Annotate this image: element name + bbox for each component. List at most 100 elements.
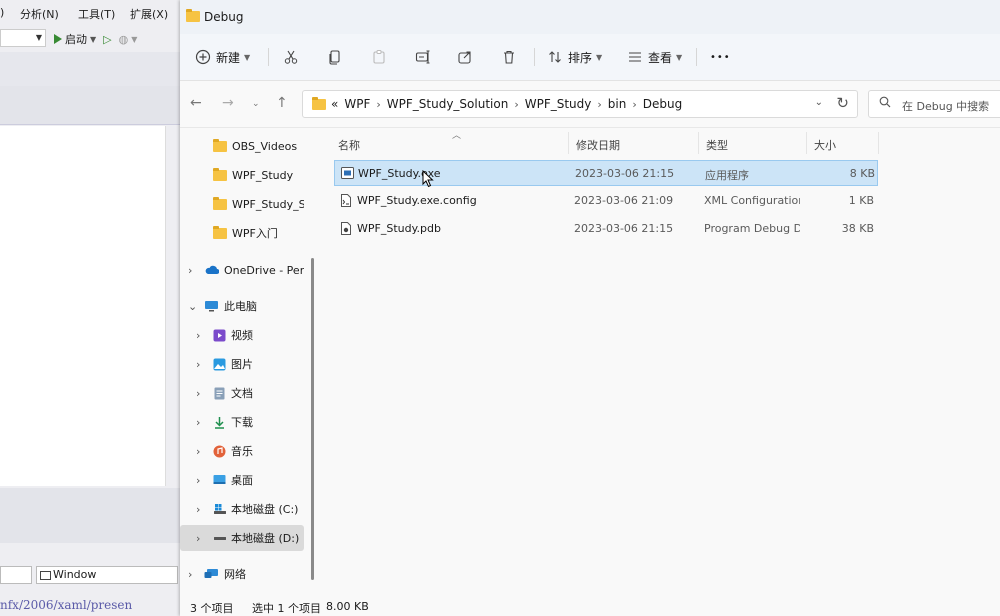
file-row[interactable]: WPF_Study.pdb 2023-03-06 21:15 Program D… [334,216,878,242]
folder-icon [213,197,227,210]
download-icon [213,416,227,429]
column-type[interactable]: 类型 [706,137,728,153]
new-button[interactable]: 新建 ▼ [194,46,250,68]
nav-drive-d[interactable]: › 本地磁盘 (D:) [180,525,304,551]
column-divider[interactable] [698,132,699,154]
file-row[interactable]: WPF_Study.exe.config 2023-03-06 21:09 XM… [334,188,878,214]
up-arrow-icon[interactable]: ↑ [276,95,288,111]
chevron-down-icon[interactable]: ⌄ [188,300,197,313]
file-row[interactable]: WPF_Study.exe 2023-03-06 21:15 应用程序 8 KB [334,160,878,186]
forward-arrow-icon[interactable]: → [222,95,234,111]
vs-editor[interactable] [0,126,166,486]
back-arrow-icon[interactable]: ← [190,95,202,111]
chevron-right-icon[interactable]: › [188,264,192,277]
nav-folder-wpf-intro[interactable]: WPF入门 [180,220,304,246]
chevron-down-icon: ▼ [35,33,42,42]
hot-reload-icon[interactable]: ◍ [119,33,129,46]
nav-folder-obs-videos[interactable]: OBS_Videos [180,133,304,159]
cut-button[interactable] [282,46,300,68]
nav-folder-label: WPF_Study [232,168,294,182]
vs-menu-item-partial[interactable]: ) [0,6,4,19]
breadcrumb-item[interactable]: WPF_Study [525,97,592,111]
file-size: 8 KB [849,167,875,180]
nav-item-label: 桌面 [231,474,253,487]
column-divider[interactable] [878,132,879,154]
breadcrumb-item[interactable]: Debug [643,97,682,111]
vs-menu-extensions[interactable]: 扩展(X) [130,6,168,22]
chevron-right-icon[interactable]: › [514,98,518,111]
vs-start-button[interactable]: 启动 ▼ ▷ ◍ ▼ [54,31,137,47]
chevron-right-icon[interactable]: › [188,568,192,581]
chevron-right-icon[interactable]: › [196,416,200,429]
chevron-right-icon[interactable]: › [196,358,200,371]
chevron-right-icon[interactable]: › [597,98,601,111]
more-options-button[interactable]: ••• [710,46,731,68]
vs-menu-bar: ) 分析(N) 工具(T) 扩展(X) [0,0,180,26]
column-date[interactable]: 修改日期 [576,137,620,153]
breadcrumb-item[interactable]: bin [608,97,627,111]
nav-folder-wpf-study-solution[interactable]: WPF_Study_Solution [180,191,304,217]
nav-desktop[interactable]: › 桌面 [180,467,304,493]
chevron-right-icon[interactable]: › [376,98,380,111]
chevron-right-icon[interactable]: › [196,474,200,487]
file-size: 1 KB [848,194,874,207]
chevron-right-icon[interactable]: › [196,387,200,400]
column-name[interactable]: 名称 [338,137,360,153]
breadcrumb-item[interactable]: WPF_Study_Solution [387,97,509,111]
copy-button[interactable] [326,46,344,68]
nav-scrollbar[interactable] [311,258,314,580]
nav-downloads[interactable]: › 下载 [180,409,304,435]
selection-count: 选中 1 个项目 [252,602,321,615]
divider [696,48,697,66]
chevron-right-icon[interactable]: › [196,532,200,545]
file-explorer-window: Debug 新建 ▼ 排序 ▼ 查看 ▼ ••• ← → ⌄ ↑ « WPF ›… [180,0,1000,616]
add-circle-icon [194,48,212,66]
column-size[interactable]: 大小 [814,137,836,153]
file-type: XML Configuration File [704,194,800,207]
vs-menu-analyze[interactable]: 分析(N) [20,6,59,22]
chevron-right-icon[interactable]: › [196,503,200,516]
title-bar[interactable]: Debug [180,0,1000,34]
view-button[interactable]: 查看 ▼ [626,46,682,68]
music-icon [213,445,227,458]
nav-network[interactable]: › 网络 [180,561,304,587]
vs-selector-combo[interactable] [0,566,32,584]
breadcrumb-item[interactable]: WPF [344,97,370,111]
nav-folder-wpf-study[interactable]: WPF_Study [180,162,304,188]
nav-music[interactable]: › 音乐 [180,438,304,464]
cloud-icon [204,265,220,277]
nav-onedrive[interactable]: › OneDrive - Personal [180,257,304,283]
nav-this-pc[interactable]: ⌄ 此电脑 [180,293,304,319]
sort-button[interactable]: 排序 ▼ [546,46,602,68]
share-button[interactable] [456,46,474,68]
rename-button[interactable] [414,46,432,68]
vs-config-combo[interactable]: ▼ [0,29,46,47]
item-count: 3 个项目 [190,602,234,615]
address-history-chevron-icon[interactable]: ⌄ [815,97,823,108]
file-name: WPF_Study.pdb [357,222,441,235]
chevron-right-icon[interactable]: › [632,98,636,111]
nav-pictures[interactable]: › 图片 [180,351,304,377]
column-headers: 名称 修改日期 类型 大小 [328,128,1000,158]
delete-button[interactable] [500,46,518,68]
file-name: WPF_Study.exe.config [357,194,477,207]
mouse-cursor-icon [422,170,434,188]
divider [268,48,269,66]
nav-videos[interactable]: › 视频 [180,322,304,348]
address-bar[interactable]: « WPF › WPF_Study_Solution › WPF_Study ›… [302,90,858,118]
search-box[interactable]: 在 Debug 中搜索 [868,90,1000,118]
vs-document-tabs [0,52,180,87]
vs-window-combo[interactable]: Window [36,566,178,584]
chevron-right-icon[interactable]: › [196,329,200,342]
nav-documents[interactable]: › 文档 [180,380,304,406]
column-divider[interactable] [806,132,807,154]
chevron-right-icon[interactable]: › [196,445,200,458]
nav-drive-c[interactable]: › 本地磁盘 (C:) [180,496,304,522]
refresh-icon[interactable]: ↻ [836,94,849,112]
paste-button[interactable] [370,46,388,68]
run-without-debug-icon[interactable]: ▷ [103,33,111,46]
breadcrumb-overflow[interactable]: « [331,97,338,111]
vs-menu-tools[interactable]: 工具(T) [78,6,115,22]
recent-locations-chevron-icon[interactable]: ⌄ [252,99,260,109]
column-divider[interactable] [568,132,569,154]
